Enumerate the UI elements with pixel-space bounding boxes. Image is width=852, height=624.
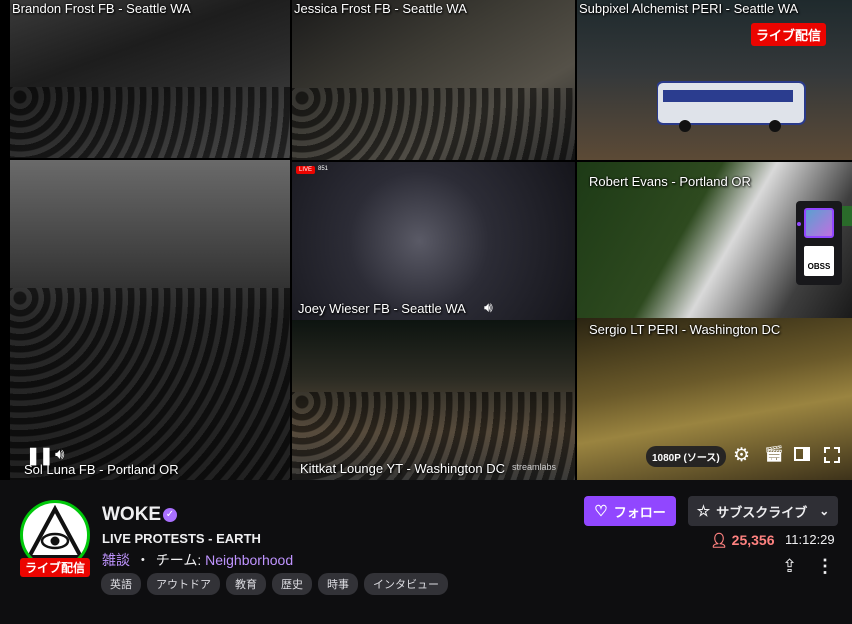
stream-tile-3: Subpixel Alchemist PERI - Seattle WA ライブ… xyxy=(577,0,852,160)
theatre-mode-icon[interactable] xyxy=(794,447,810,462)
streamlabs-watermark: streamlabs xyxy=(512,462,557,472)
meta-separator: ・ xyxy=(135,552,150,568)
tag[interactable]: 歴史 xyxy=(272,573,312,595)
subscribe-button[interactable]: ☆ サブスクライブ ⌄ xyxy=(688,496,838,526)
obs-extension-icon[interactable]: OBSS xyxy=(804,246,834,276)
mini-viewer-count: 851 xyxy=(318,166,329,172)
tag[interactable]: 教育 xyxy=(226,573,266,595)
live-badge: ライブ配信 xyxy=(750,23,826,46)
avatar-live-badge: ライブ配信 xyxy=(20,558,90,577)
viewer-count: 👤︎ 25,356 xyxy=(710,532,775,549)
star-icon: ☆ xyxy=(696,503,711,520)
stream-tile-4: Sol Luna FB - Portland OR xyxy=(10,160,290,480)
volume-icon[interactable]: 🔊︎ xyxy=(484,300,493,314)
heart-icon: ♡ xyxy=(594,503,608,520)
bus-image xyxy=(657,81,806,132)
tag[interactable]: インタビュー xyxy=(364,573,448,595)
fullscreen-icon[interactable] xyxy=(824,447,840,463)
stream-tile-1: Brandon Frost FB - Seattle WA xyxy=(10,0,290,158)
channel-name[interactable]: WOKE xyxy=(102,504,161,526)
stream-tile-2: Jessica Frost FB - Seattle WA xyxy=(292,0,575,160)
extension-icon[interactable] xyxy=(804,208,834,238)
tag[interactable]: 英語 xyxy=(101,573,141,595)
tag[interactable]: アウトドア xyxy=(147,573,220,595)
stream-tile-5: LIVE 851 Joey Wieser FB - Seattle WA 🔊︎ xyxy=(292,162,575,320)
follow-label: フォロー xyxy=(613,504,666,520)
stream-tile-7: Kittkat Lounge YT - Washington DC xyxy=(292,320,575,480)
tile-caption: Joey Wieser FB - Seattle WA xyxy=(298,301,466,316)
quality-badge[interactable]: 1080P (ソース) xyxy=(646,446,726,467)
volume-icon[interactable]: 🔊︎ xyxy=(55,447,64,462)
clip-icon[interactable]: 🎬︎ xyxy=(764,447,784,463)
tile-caption: Jessica Frost FB - Seattle WA xyxy=(294,1,467,16)
settings-gear-icon[interactable]: ⚙ xyxy=(733,446,750,465)
stream-uptime: 11:12:29 xyxy=(785,532,835,547)
category-link[interactable]: 雑談 xyxy=(102,552,130,568)
viewer-count-value: 25,356 xyxy=(731,532,775,548)
tag-list: 英語 アウトドア 教育 歴史 時事 インタビュー xyxy=(101,573,448,595)
follow-button[interactable]: ♡ フォロー xyxy=(584,496,676,526)
team-prefix: チーム: xyxy=(155,552,206,568)
tag[interactable]: 時事 xyxy=(318,573,358,595)
subscribe-label: サブスクライブ xyxy=(716,504,808,520)
person-icon: 👤︎ xyxy=(710,532,728,548)
share-icon[interactable]: ⇪ xyxy=(782,556,797,577)
obs-label: OBSS xyxy=(807,262,831,271)
tile-caption: Subpixel Alchemist PERI - Seattle WA xyxy=(579,1,799,16)
extension-indicator xyxy=(797,222,801,226)
tile-caption: Brandon Frost FB - Seattle WA xyxy=(12,1,191,16)
stream-title: LIVE PROTESTS - EARTH xyxy=(102,531,261,546)
extension-tab[interactable] xyxy=(842,206,852,226)
verified-icon: ✓ xyxy=(163,508,177,522)
pause-icon[interactable]: ❚❚ xyxy=(26,447,53,464)
tile-caption: Robert Evans - Portland OR xyxy=(589,174,751,189)
more-options-icon[interactable]: ⋮ xyxy=(816,556,834,577)
stream-meta: 雑談 ・ チーム: Neighborhood xyxy=(102,550,293,570)
video-player[interactable]: Brandon Frost FB - Seattle WA Jessica Fr… xyxy=(0,0,852,480)
tile-caption: Kittkat Lounge YT - Washington DC xyxy=(300,461,505,476)
tile-caption: Sergio LT PERI - Washington DC xyxy=(589,322,781,337)
team-link[interactable]: Neighborhood xyxy=(205,552,293,568)
chevron-down-icon: ⌄ xyxy=(819,504,830,518)
mini-live-badge: LIVE xyxy=(296,166,316,174)
